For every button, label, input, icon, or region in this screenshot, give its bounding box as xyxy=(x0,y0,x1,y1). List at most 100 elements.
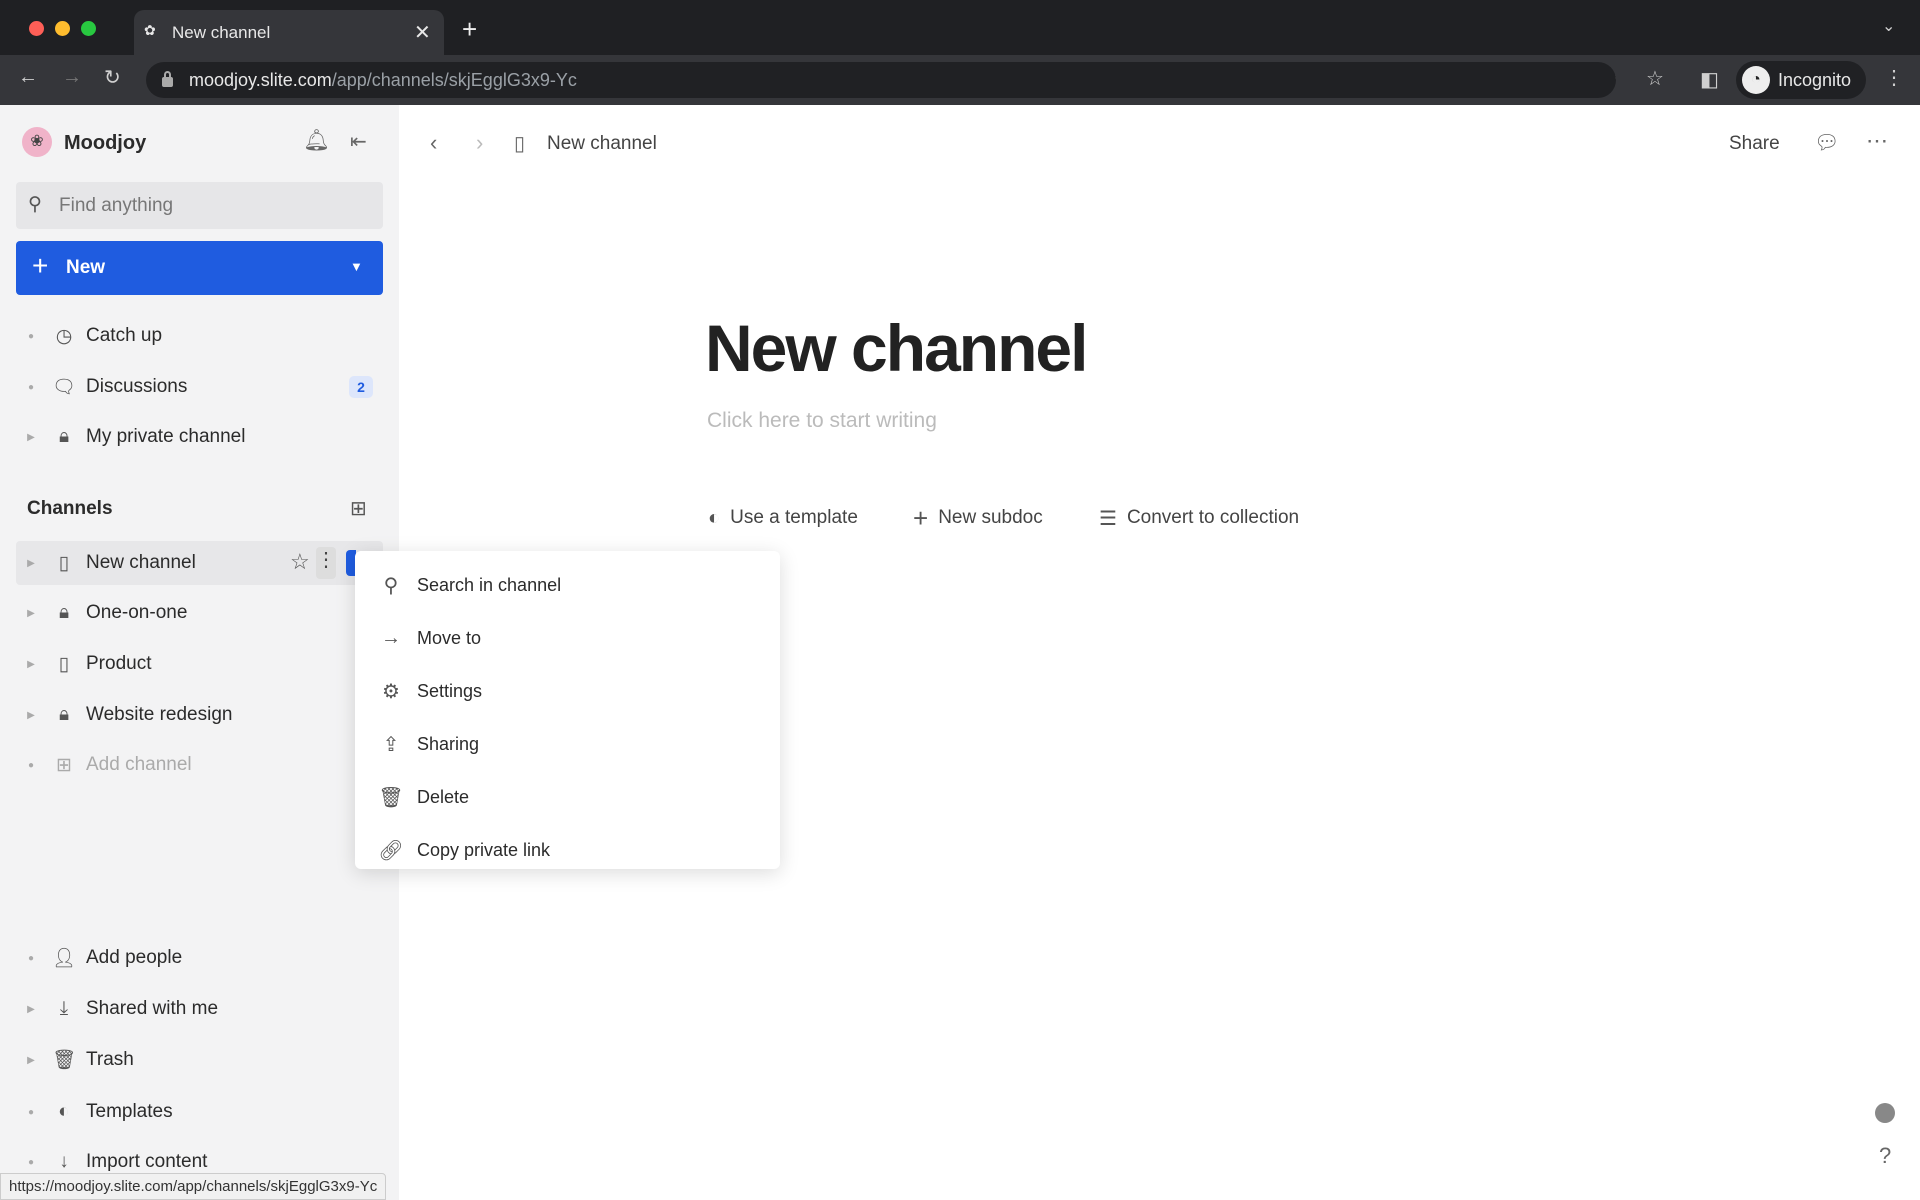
sidebar: ❀ Moodjoy 🔔︎ ⇤ ⚲ Find anything + New ▼ ●… xyxy=(0,105,399,1200)
doc-icon: ▯ xyxy=(58,552,70,574)
nav-back-icon[interactable]: ‹ xyxy=(430,130,437,156)
back-icon[interactable]: ← xyxy=(18,66,38,89)
chat-icon: 🗨︎ xyxy=(51,377,77,398)
close-tab-icon[interactable]: ✕ xyxy=(414,20,431,45)
help-button[interactable]: ? xyxy=(1879,1143,1891,1169)
star-icon[interactable]: ☆ xyxy=(290,549,310,575)
more-icon[interactable]: ⋯ xyxy=(1866,128,1888,154)
sidebar-item-my-private-channel[interactable]: ▶ 🔒︎ My private channel xyxy=(16,415,383,459)
menu-item-move-to[interactable]: → Move to xyxy=(355,613,780,663)
add-channel-icon[interactable]: ⊞ xyxy=(350,496,367,521)
sidebar-add-channel[interactable]: ● ⊞ Add channel xyxy=(16,743,383,787)
incognito-button[interactable]: ◔ Incognito xyxy=(1736,61,1866,99)
item-label: One-on-one xyxy=(86,602,188,623)
caret-right-icon[interactable]: ▶ xyxy=(16,710,46,721)
workspace-logo: ❀ xyxy=(22,127,52,157)
sidebar-item-add-people[interactable]: ● 👤︎ Add people xyxy=(16,936,383,980)
action-label: Convert to collection xyxy=(1126,507,1300,528)
lock-icon xyxy=(162,71,173,87)
breadcrumb[interactable]: New channel xyxy=(547,133,657,155)
forward-icon[interactable]: → xyxy=(62,66,82,89)
url-path: /app/channels/skjEgglG3x9-Yc xyxy=(331,69,577,90)
maximize-window-button[interactable] xyxy=(81,21,96,36)
sidebar-channel-product[interactable]: ▶ ▯ Product xyxy=(16,642,383,686)
incognito-icon: ◔ xyxy=(1742,66,1770,94)
menu-label: Copy private link xyxy=(417,839,551,860)
caret-right-icon[interactable]: ▶ xyxy=(16,1004,46,1015)
sidebar-item-shared-with-me[interactable]: ▶ ⤓ Shared with me xyxy=(16,987,383,1031)
use-template-button[interactable]: ◐ Use a template xyxy=(708,505,858,531)
template-icon: ◐ xyxy=(58,1101,70,1122)
channels-heading: Channels xyxy=(27,498,113,519)
doc-body-placeholder[interactable]: Click here to start writing xyxy=(707,409,937,433)
doc-title[interactable]: New channel xyxy=(705,310,1088,386)
bookmark-star-icon[interactable]: ☆ xyxy=(1646,66,1664,91)
sidebar-item-trash[interactable]: ▶ 🗑︎ Trash xyxy=(16,1038,383,1082)
download-icon: ⤓ xyxy=(59,998,69,1019)
add-doc-icon: ⊞ xyxy=(56,754,72,776)
caret-right-icon[interactable]: ▶ xyxy=(16,432,46,443)
share-button[interactable]: Share xyxy=(1729,133,1780,155)
caret-right-icon[interactable]: ▶ xyxy=(16,659,46,670)
item-label: Add people xyxy=(86,947,183,968)
new-tab-icon[interactable]: + xyxy=(462,14,477,45)
menu-label: Delete xyxy=(417,786,470,807)
menu-item-sharing[interactable]: ⇪ Sharing xyxy=(355,719,780,769)
sidebar-channel-one-on-one[interactable]: ▶ 🔒︎ One-on-one xyxy=(16,591,383,635)
menu-item-copy-private-link[interactable]: 🔗︎ Copy private link xyxy=(355,825,780,875)
menu-label: Move to xyxy=(417,627,482,648)
reload-icon[interactable]: ↻ xyxy=(104,65,121,90)
caret-right-icon[interactable]: ▶ xyxy=(16,608,46,619)
chevron-down-icon[interactable]: ▼ xyxy=(350,259,363,274)
caret-right-icon[interactable]: ▶ xyxy=(16,1055,46,1066)
sidebar-item-catch-up[interactable]: ● ◷ Catch up xyxy=(16,314,383,358)
sidebar-item-templates[interactable]: ● ◐ Templates xyxy=(16,1090,383,1134)
new-button[interactable]: + New ▼ xyxy=(16,241,383,295)
url-field[interactable]: moodjoy.slite.com/app/channels/skjEgglG3… xyxy=(146,62,1616,98)
share-icon: ⇪ xyxy=(382,733,400,756)
search-input[interactable]: ⚲ Find anything xyxy=(16,182,383,229)
item-label: Discussions xyxy=(86,376,188,397)
comment-icon[interactable]: 💬︎ xyxy=(1814,130,1839,155)
sidebar-channel-website-redesign[interactable]: ▶ 🔒︎ Website redesign xyxy=(16,693,383,737)
item-label: Add channel xyxy=(86,754,192,775)
browser-tab[interactable]: ✿ New channel ✕ xyxy=(134,10,444,55)
gear-icon: ⚙ xyxy=(382,680,400,703)
workspace-name[interactable]: Moodjoy xyxy=(64,132,146,155)
bell-icon[interactable]: 🔔︎ xyxy=(303,129,330,153)
minimize-window-button[interactable] xyxy=(55,21,70,36)
menu-item-settings[interactable]: ⚙ Settings xyxy=(355,666,780,716)
collapse-sidebar-icon[interactable]: ⇤ xyxy=(350,129,367,154)
tab-title: New channel xyxy=(172,23,271,42)
menu-label: Sharing xyxy=(417,733,480,754)
caret-right-icon[interactable]: ▶ xyxy=(16,558,46,569)
more-options-icon[interactable]: ⋮ xyxy=(316,547,336,579)
presence-icon[interactable] xyxy=(1875,1103,1895,1123)
browser-menu-icon[interactable]: ⋮ xyxy=(1884,65,1904,90)
sidepanel-icon[interactable]: ◧ xyxy=(1700,67,1719,92)
item-label: Shared with me xyxy=(86,998,219,1019)
action-label: Use a template xyxy=(730,507,858,528)
sidebar-item-discussions[interactable]: ● 🗨︎ Discussions 2 xyxy=(16,365,383,409)
trash-icon: 🗑︎ xyxy=(378,786,404,809)
lock-icon: 🔒︎ xyxy=(58,426,70,447)
link-icon: 🔗︎ xyxy=(378,839,404,862)
menu-item-search-in-channel[interactable]: ⚲ Search in channel xyxy=(355,560,780,610)
action-label: New subdoc xyxy=(938,507,1043,528)
search-placeholder: Find anything xyxy=(59,195,174,216)
tab-list-chevron-icon[interactable]: ⌄ xyxy=(1882,16,1895,36)
convert-to-collection-button[interactable]: ☰ Convert to collection xyxy=(1099,505,1299,531)
clock-icon: ◷ xyxy=(55,325,73,347)
profile-label: Incognito xyxy=(1778,70,1852,90)
nav-forward-icon[interactable]: › xyxy=(476,130,483,156)
new-subdoc-button[interactable]: + New subdoc xyxy=(913,503,1043,533)
new-label: New xyxy=(66,257,106,278)
menu-item-delete[interactable]: 🗑︎ Delete xyxy=(355,772,780,822)
import-icon: ↓ xyxy=(59,1151,69,1172)
template-icon: ◐ xyxy=(708,506,721,529)
collection-icon: ☰ xyxy=(1099,507,1117,530)
close-window-button[interactable] xyxy=(29,21,44,36)
item-label: Import content xyxy=(86,1151,208,1172)
sidebar-channel-new-channel[interactable]: ▶ ▯ New channel ☆ ⋮ xyxy=(16,541,383,585)
item-label: Catch up xyxy=(86,325,163,346)
